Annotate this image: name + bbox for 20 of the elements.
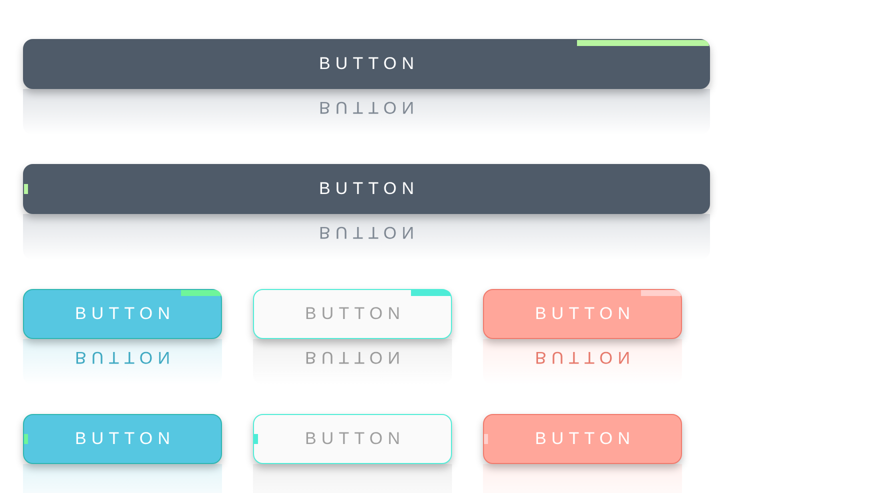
button[interactable]: BUTTON (253, 414, 452, 464)
reflection-text: BUTTON (74, 349, 176, 366)
accent-stripe (24, 434, 28, 444)
accent-stripe (254, 434, 258, 444)
button[interactable]: BUTTON (253, 289, 452, 339)
accent-stripe (411, 290, 451, 296)
reflection-text: BUTTON (304, 349, 406, 366)
button[interactable]: BUTTON (23, 414, 222, 464)
button[interactable]: BUTTON (23, 289, 222, 339)
reflection-text: BUTTON (534, 349, 636, 366)
button[interactable]: BUTTON (23, 164, 710, 214)
reflection-text: BUTTON (318, 224, 420, 241)
accent-stripe (181, 290, 221, 296)
reflection-text: BUTTON (318, 99, 420, 116)
accent-stripe (484, 434, 488, 444)
accent-stripe (24, 184, 28, 194)
button[interactable]: BUTTON (483, 414, 682, 464)
button[interactable]: BUTTON (23, 39, 710, 89)
button[interactable]: BUTTON (483, 289, 682, 339)
accent-stripe (641, 290, 681, 296)
